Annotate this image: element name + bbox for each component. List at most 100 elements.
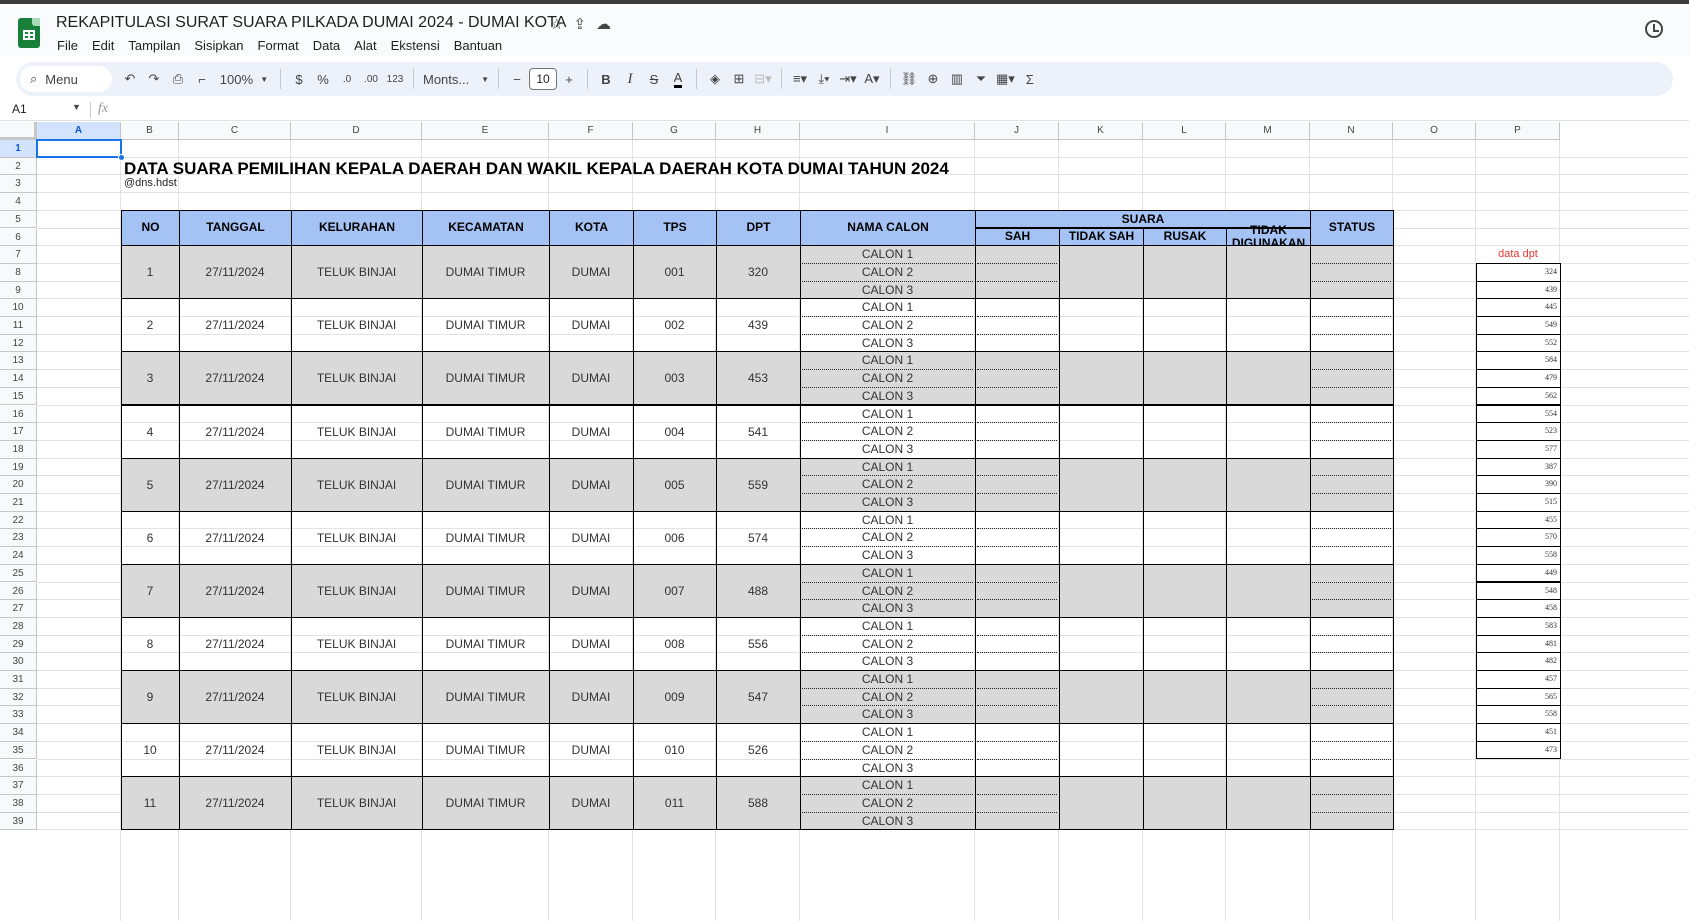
cell-kota[interactable]: DUMAI [549, 617, 633, 671]
cell-no[interactable]: 6 [121, 511, 179, 565]
cell-no[interactable]: 10 [121, 723, 179, 777]
cell-tps[interactable]: 005 [633, 458, 716, 512]
cell-no[interactable]: 1 [121, 245, 179, 299]
menu-data[interactable]: Data [306, 37, 347, 54]
dpt-value-cell[interactable]: 565 [1476, 687, 1561, 707]
dpt-value-cell[interactable]: 523 [1476, 422, 1561, 441]
insert-link-icon[interactable]: ⛓ [897, 66, 921, 92]
column-header-d[interactable]: D [291, 122, 422, 140]
candidate-name[interactable]: CALON 3 [800, 495, 975, 511]
row-header[interactable]: 23 [0, 529, 37, 548]
cell-dpt[interactable]: 541 [716, 405, 800, 459]
decrease-decimal-button[interactable]: .0 [335, 66, 359, 92]
cell-dpt[interactable]: 547 [716, 670, 800, 724]
row-header[interactable]: 20 [0, 476, 37, 494]
document-title[interactable]: REKAPITULASI SURAT SUARA PILKADA DUMAI 2… [56, 14, 566, 32]
candidate-name[interactable]: CALON 3 [800, 814, 975, 830]
dpt-value-cell[interactable]: 458 [1476, 599, 1561, 618]
column-header-p[interactable]: P [1476, 122, 1560, 140]
cell-kecamatan[interactable]: DUMAI TIMUR [422, 564, 549, 618]
row-header[interactable]: 10 [0, 299, 37, 317]
candidate-name[interactable]: CALON 2 [800, 690, 975, 706]
cell-no[interactable]: 4 [121, 405, 179, 459]
dpt-value-cell[interactable]: 515 [1476, 493, 1561, 512]
row-header[interactable]: 6 [0, 228, 37, 247]
row-header[interactable]: 34 [0, 724, 37, 742]
row-header[interactable]: 7 [0, 246, 37, 264]
cell-tps[interactable]: 003 [633, 351, 716, 405]
cell-dpt[interactable]: 526 [716, 723, 800, 777]
cell-tps[interactable]: 007 [633, 564, 716, 618]
candidate-name[interactable]: CALON 3 [800, 283, 975, 299]
candidate-name[interactable]: CALON 2 [800, 743, 975, 759]
cell-kota[interactable]: DUMAI [549, 405, 633, 459]
cell-no[interactable]: 3 [121, 351, 179, 405]
candidate-name[interactable]: CALON 1 [800, 513, 975, 529]
column-header-k[interactable]: K [1059, 122, 1143, 140]
menu-file[interactable]: File [50, 37, 85, 54]
candidate-name[interactable]: CALON 3 [800, 601, 975, 617]
dpt-value-cell[interactable]: 558 [1476, 705, 1561, 725]
menu-help[interactable]: Bantuan [447, 37, 509, 54]
zoom-select[interactable]: 100% ▼ [214, 66, 274, 92]
row-header[interactable]: 9 [0, 281, 37, 300]
row-header[interactable]: 37 [0, 777, 37, 795]
cell-tps[interactable]: 004 [633, 405, 716, 459]
dpt-value-cell[interactable]: 482 [1476, 652, 1561, 671]
insert-chart-icon[interactable]: ▥ [945, 66, 969, 92]
menu-insert[interactable]: Sisipkan [187, 37, 250, 54]
dpt-value-cell[interactable]: 583 [1476, 616, 1561, 636]
candidate-name[interactable]: CALON 1 [800, 460, 975, 476]
column-header-a[interactable]: A [37, 122, 121, 140]
candidate-name[interactable]: CALON 3 [800, 336, 975, 352]
candidate-name[interactable]: CALON 1 [800, 672, 975, 688]
cell-kota[interactable]: DUMAI [549, 245, 633, 299]
candidate-name[interactable]: CALON 1 [800, 566, 975, 582]
cell-kecamatan[interactable]: DUMAI TIMUR [422, 298, 549, 352]
cell-tps[interactable]: 008 [633, 617, 716, 671]
column-header-c[interactable]: C [179, 122, 291, 140]
cell-kecamatan[interactable]: DUMAI TIMUR [422, 245, 549, 299]
spreadsheet-grid[interactable]: A B C D E F G H I J K L M N O P 1 2 3 4 5 6 7 8 9 10 11 12 13 14 15 16 1… [0, 122, 1689, 921]
column-header-e[interactable]: E [422, 122, 549, 140]
cell-kota[interactable]: DUMAI [549, 564, 633, 618]
row-header[interactable]: 5 [0, 210, 37, 229]
row-header[interactable]: 36 [0, 759, 37, 778]
dpt-value-cell[interactable]: 481 [1476, 634, 1561, 654]
cell-tps[interactable]: 010 [633, 723, 716, 777]
cell-kelurahan[interactable]: TELUK BINJAI [291, 245, 422, 299]
column-header-f[interactable]: F [549, 122, 633, 140]
dpt-value-cell[interactable]: 387 [1476, 457, 1561, 477]
cell-no[interactable]: 7 [121, 564, 179, 618]
row-header[interactable]: 17 [0, 423, 37, 441]
font-size-input[interactable]: 10 [529, 68, 557, 90]
paint-format-icon[interactable]: ⌐ [190, 66, 214, 92]
cell-tanggal[interactable]: 27/11/2024 [179, 511, 291, 565]
cell-dpt[interactable]: 556 [716, 617, 800, 671]
dpt-value-cell[interactable]: 455 [1476, 510, 1561, 530]
cell-kecamatan[interactable]: DUMAI TIMUR [422, 511, 549, 565]
row-header[interactable]: 22 [0, 511, 37, 530]
row-header[interactable]: 8 [0, 263, 37, 282]
dpt-value-cell[interactable]: 570 [1476, 528, 1561, 548]
cell-no[interactable]: 11 [121, 776, 179, 830]
italic-button[interactable]: I [618, 66, 642, 92]
column-header-n[interactable]: N [1310, 122, 1393, 140]
functions-button[interactable]: Σ [1018, 66, 1042, 92]
cell-kota[interactable]: DUMAI [549, 458, 633, 512]
row-header[interactable]: 25 [0, 564, 37, 583]
cell-kecamatan[interactable]: DUMAI TIMUR [422, 458, 549, 512]
candidate-name[interactable]: CALON 1 [800, 353, 975, 369]
row-header[interactable]: 4 [0, 193, 37, 211]
dpt-value-cell[interactable]: 457 [1476, 670, 1561, 689]
insert-comment-icon[interactable]: ⊕ [921, 66, 945, 92]
row-header[interactable]: 2 [0, 157, 37, 176]
candidate-name[interactable]: CALON 2 [800, 796, 975, 812]
strikethrough-button[interactable]: S [642, 66, 666, 92]
text-color-button[interactable]: A [666, 66, 690, 92]
dpt-value-cell[interactable]: 451 [1476, 723, 1561, 742]
column-header-j[interactable]: J [975, 122, 1059, 140]
cell-kota[interactable]: DUMAI [549, 670, 633, 724]
text-rotation-icon[interactable]: A▾ [860, 66, 884, 92]
filter-views-icon[interactable]: ▦▾ [993, 66, 1018, 92]
